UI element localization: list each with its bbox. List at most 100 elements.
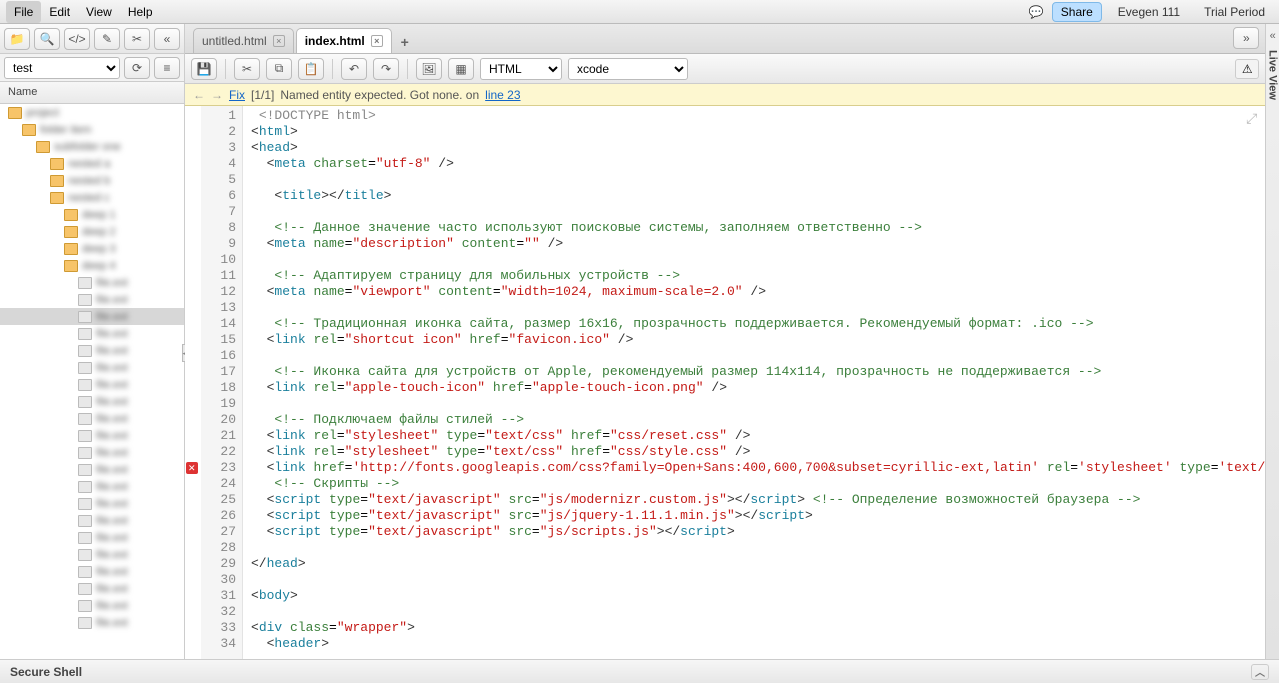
tree-row[interactable]: deep 1: [0, 206, 184, 223]
tree-row[interactable]: file.ext: [0, 563, 184, 580]
tab-add-button[interactable]: +: [394, 31, 416, 53]
tree-row[interactable]: file.ext: [0, 376, 184, 393]
code-line[interactable]: <title></title>: [251, 188, 1265, 204]
code-line[interactable]: [251, 604, 1265, 620]
menu-help[interactable]: Help: [120, 1, 161, 23]
code-line[interactable]: <script type="text/javascript" src="js/m…: [251, 492, 1265, 508]
file-tree[interactable]: projectfolder itemsubfolder onenested an…: [0, 104, 184, 659]
save-icon[interactable]: 💾: [191, 58, 217, 80]
code-line[interactable]: </head>: [251, 556, 1265, 572]
code-line[interactable]: [251, 252, 1265, 268]
tree-row[interactable]: file.ext: [0, 359, 184, 376]
tree-row[interactable]: nested b: [0, 172, 184, 189]
chat-icon[interactable]: 💬: [1029, 5, 1044, 19]
trial-label[interactable]: Trial Period: [1196, 3, 1273, 21]
tree-row[interactable]: file.ext: [0, 495, 184, 512]
code-line[interactable]: [251, 300, 1265, 316]
code-line[interactable]: <link rel="apple-touch-icon" href="apple…: [251, 380, 1265, 396]
menu-file[interactable]: File: [6, 1, 41, 23]
tree-row[interactable]: file.ext: [0, 512, 184, 529]
image-icon[interactable]: 🖼: [416, 58, 442, 80]
code-line[interactable]: <script type="text/javascript" src="js/s…: [251, 524, 1265, 540]
code-line[interactable]: <!-- Данное значение часто используют по…: [251, 220, 1265, 236]
code-line[interactable]: <!-- Подключаем файлы стилей -->: [251, 412, 1265, 428]
code-line[interactable]: [251, 348, 1265, 364]
tree-row[interactable]: file.ext: [0, 580, 184, 597]
paste-icon[interactable]: 📋: [298, 58, 324, 80]
code-line[interactable]: <body>: [251, 588, 1265, 604]
code-line[interactable]: [251, 172, 1265, 188]
code-line[interactable]: <meta charset="utf-8" />: [251, 156, 1265, 172]
expand-icon[interactable]: ⤢: [1246, 112, 1257, 128]
tree-row[interactable]: file.ext: [0, 597, 184, 614]
code-line[interactable]: <!DOCTYPE html>: [251, 108, 1265, 124]
tree-row[interactable]: file.ext: [0, 393, 184, 410]
tree-row[interactable]: file.ext: [0, 342, 184, 359]
refresh-icon[interactable]: ⟳: [124, 57, 150, 79]
tree-row[interactable]: file.ext: [0, 325, 184, 342]
sidebar-column-header[interactable]: Name: [0, 82, 184, 104]
tab-untitled-html[interactable]: untitled.html×: [193, 28, 294, 53]
lint-line-link[interactable]: line 23: [485, 88, 520, 102]
search-icon[interactable]: 🔍: [34, 28, 60, 50]
code-icon[interactable]: </>: [64, 28, 90, 50]
code-line[interactable]: <!-- Адаптируем страницу для мобильных у…: [251, 268, 1265, 284]
tree-row[interactable]: folder item: [0, 121, 184, 138]
lint-next-icon[interactable]: →: [211, 88, 223, 102]
tree-row[interactable]: file.ext: [0, 410, 184, 427]
error-marker-icon[interactable]: [186, 462, 198, 474]
tree-row[interactable]: deep 3: [0, 240, 184, 257]
tab-close-icon[interactable]: ×: [273, 35, 285, 47]
tree-row[interactable]: file.ext: [0, 427, 184, 444]
rightstrip-collapse-icon[interactable]: «: [1270, 30, 1276, 42]
code-line[interactable]: <head>: [251, 140, 1265, 156]
menu-icon[interactable]: ≡: [154, 57, 180, 79]
live-view-label[interactable]: Live View: [1267, 50, 1279, 100]
code-line[interactable]: <meta name="viewport" content="width=102…: [251, 284, 1265, 300]
tree-row[interactable]: file.ext: [0, 461, 184, 478]
tree-row[interactable]: file.ext: [0, 308, 184, 325]
status-chevron-icon[interactable]: ︿: [1251, 664, 1269, 680]
tree-row[interactable]: project: [0, 104, 184, 121]
code-editor[interactable]: 1234567891011121314151617181920212223242…: [185, 106, 1265, 659]
code-line[interactable]: <!-- Иконка сайта для устройств от Apple…: [251, 364, 1265, 380]
tree-row[interactable]: nested c: [0, 189, 184, 206]
language-select[interactable]: HTML: [480, 58, 562, 80]
code-line[interactable]: [251, 396, 1265, 412]
copy-icon[interactable]: ⧉: [266, 58, 292, 80]
tab-index-html[interactable]: index.html×: [296, 28, 392, 53]
code-lines[interactable]: <!DOCTYPE html><html><head> <meta charse…: [243, 106, 1265, 659]
code-line[interactable]: <div class="wrapper">: [251, 620, 1265, 636]
undo-icon[interactable]: ↶: [341, 58, 367, 80]
code-line[interactable]: [251, 572, 1265, 588]
tree-row[interactable]: file.ext: [0, 529, 184, 546]
code-line[interactable]: <link rel="stylesheet" type="text/css" h…: [251, 444, 1265, 460]
code-line[interactable]: <link rel="shortcut icon" href="favicon.…: [251, 332, 1265, 348]
lint-prev-icon[interactable]: ←: [193, 88, 205, 102]
menu-view[interactable]: View: [78, 1, 120, 23]
tree-row[interactable]: subfolder one: [0, 138, 184, 155]
sidebar-search-select[interactable]: test: [4, 57, 120, 79]
tab-close-icon[interactable]: ×: [371, 35, 383, 47]
share-button[interactable]: Share: [1052, 2, 1102, 22]
lint-fix-link[interactable]: Fix: [229, 88, 245, 102]
menu-edit[interactable]: Edit: [41, 1, 78, 23]
tree-row[interactable]: file.ext: [0, 546, 184, 563]
tree-row[interactable]: file.ext: [0, 478, 184, 495]
code-line[interactable]: <link rel="stylesheet" type="text/css" h…: [251, 428, 1265, 444]
folder-icon[interactable]: 📁: [4, 28, 30, 50]
layout-icon[interactable]: ▦: [448, 58, 474, 80]
theme-select[interactable]: xcode: [568, 58, 688, 80]
tabbar-collapse-icon[interactable]: »: [1233, 27, 1259, 49]
code-line[interactable]: <link href='http://fonts.googleapis.com/…: [251, 460, 1265, 476]
code-line[interactable]: [251, 540, 1265, 556]
code-line[interactable]: <!-- Скрипты -->: [251, 476, 1265, 492]
code-line[interactable]: <html>: [251, 124, 1265, 140]
code-line[interactable]: <meta name="description" content="" />: [251, 236, 1265, 252]
user-label[interactable]: Evegen 111: [1110, 3, 1188, 21]
tree-row[interactable]: deep 2: [0, 223, 184, 240]
tree-row[interactable]: nested a: [0, 155, 184, 172]
tree-row[interactable]: file.ext: [0, 274, 184, 291]
code-line[interactable]: <!-- Традиционная иконка сайта, размер 1…: [251, 316, 1265, 332]
tree-row[interactable]: file.ext: [0, 444, 184, 461]
